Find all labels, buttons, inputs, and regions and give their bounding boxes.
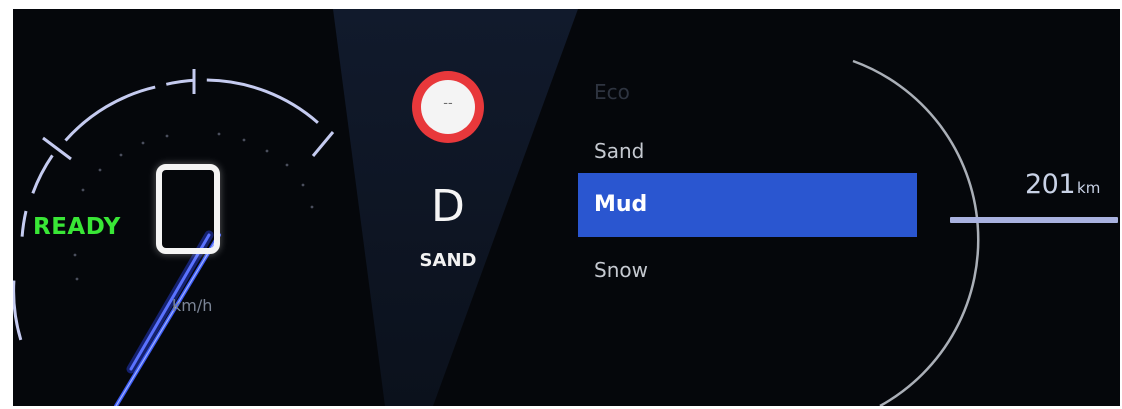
range-readout: 201 km — [1025, 169, 1100, 200]
instrument-cluster: READY km/h -- D SAND Eco Sand Mud Snow 2… — [13, 9, 1120, 406]
range-bar — [950, 217, 1118, 223]
terrain-option-snow[interactable]: Snow — [578, 238, 917, 302]
range-unit: km — [1077, 179, 1101, 197]
terrain-menu-dial — [852, 59, 980, 406]
range-value: 201 — [1025, 169, 1076, 200]
terrain-option-mud[interactable]: Mud — [578, 173, 917, 237]
terrain-option-eco[interactable]: Eco — [578, 60, 917, 124]
